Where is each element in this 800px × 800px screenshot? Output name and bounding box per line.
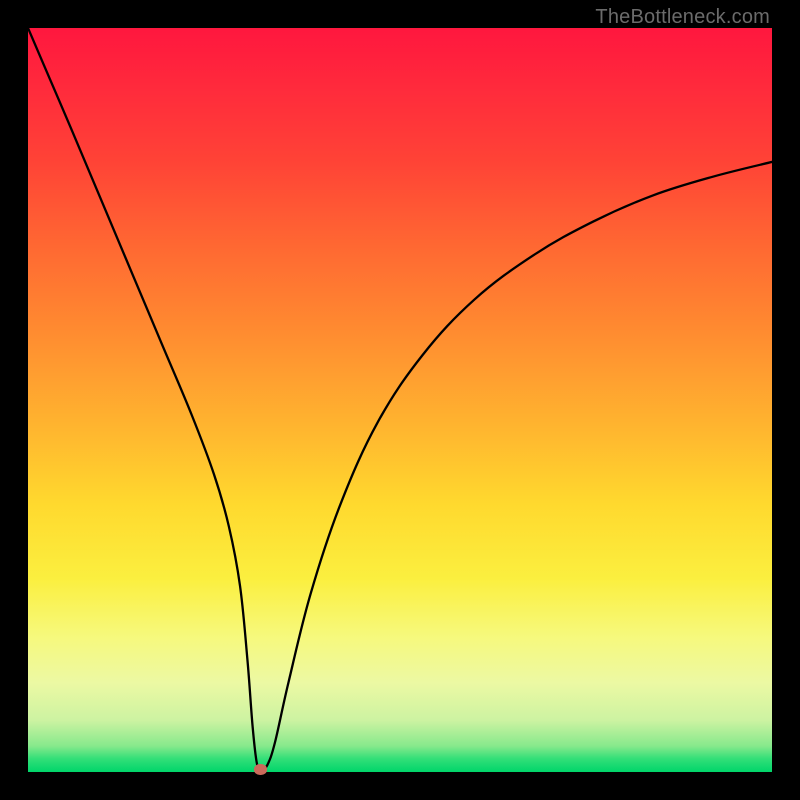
chart-frame bbox=[28, 28, 772, 772]
watermark-text: TheBottleneck.com bbox=[595, 6, 770, 29]
minimum-marker bbox=[254, 764, 267, 775]
plot-gradient-background bbox=[28, 28, 772, 772]
